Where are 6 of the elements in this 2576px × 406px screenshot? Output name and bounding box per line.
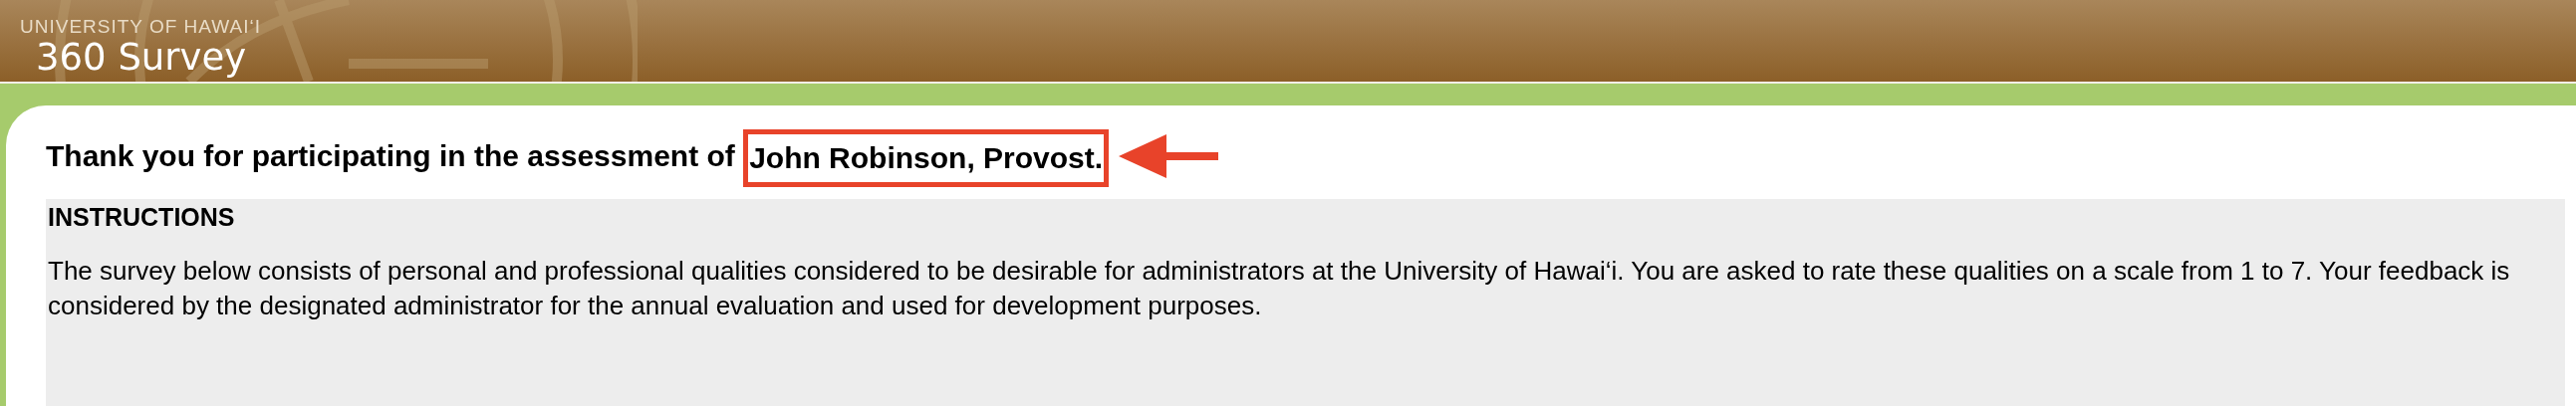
app-title: 360 Survey [36,38,247,78]
instructions-title: INSTRUCTIONS [48,203,235,232]
university-name: UNIVERSITY OF HAWAI‘I [20,16,261,38]
left-arrow-icon [1119,134,1219,178]
instructions-text: The survey below consists of personal and professional qualities considered to be desirable for administrators at the University of Hawai‘i. You are asked to rate these qualities on a scale from 1 to 7. Your feedback is considered by the designated administrator for the annual evaluation and used for development purposes. [48,255,2511,322]
assessment-heading: Thank you for participating in the assessment of John Robinson, Provost. [46,124,1110,188]
